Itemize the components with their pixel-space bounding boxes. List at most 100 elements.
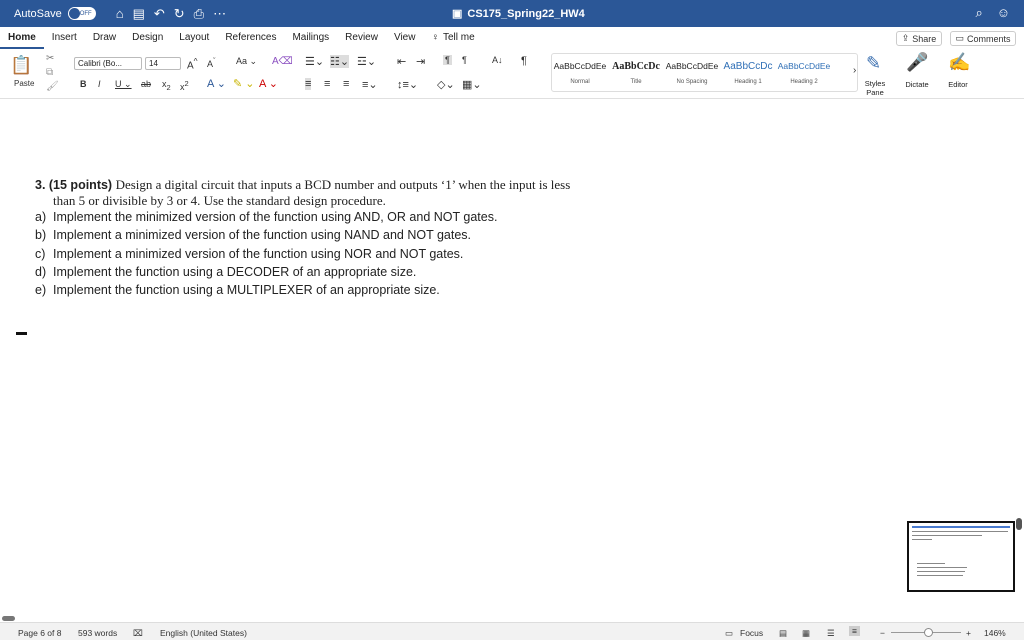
shading-icon[interactable]: ◇⌄ xyxy=(437,78,455,91)
clear-format-icon[interactable]: A⌫ xyxy=(272,56,293,67)
sort-icon[interactable]: A↓ xyxy=(492,55,503,65)
style-heading-2[interactable]: AaBbCcDdEe Heading 2 xyxy=(776,54,832,91)
thumbnail-line xyxy=(912,535,982,536)
tab-review[interactable]: Review xyxy=(337,27,386,49)
dictate-label[interactable]: Dictate xyxy=(900,80,934,89)
web-layout-icon[interactable]: ▦ xyxy=(802,628,810,639)
justify-icon[interactable]: ≡⌄ xyxy=(362,78,378,91)
proofing-icon[interactable]: ⌧ xyxy=(133,628,143,639)
print-icon[interactable]: ⎙ xyxy=(194,6,204,22)
italic-icon[interactable]: I xyxy=(98,79,101,89)
share-button[interactable]: ⇪ Share xyxy=(896,31,942,46)
tab-references[interactable]: References xyxy=(217,27,284,49)
save-icon[interactable]: ▤ xyxy=(133,6,145,22)
question-number: 3. (15 points) xyxy=(35,178,113,192)
paste-icon[interactable]: 📋 xyxy=(10,55,32,76)
zoom-out-icon[interactable]: − xyxy=(880,628,885,638)
format-painter-icon[interactable]: 🖌 xyxy=(46,81,59,92)
style-sample: AaBbCcDdEe xyxy=(777,61,831,71)
bold-icon[interactable]: B xyxy=(80,79,87,89)
thumbnail-line xyxy=(912,531,1008,532)
customize-icon[interactable]: ⋯ xyxy=(213,6,226,22)
font-name-select[interactable]: Calibri (Bo... xyxy=(74,57,142,70)
tab-draw[interactable]: Draw xyxy=(85,27,124,49)
text-cursor-mark xyxy=(16,332,27,335)
autosave-toggle[interactable]: OFF xyxy=(67,7,96,20)
grow-font-icon[interactable]: A^ xyxy=(187,56,198,71)
style-label: Heading 2 xyxy=(790,79,818,85)
word-count[interactable]: 593 words xyxy=(78,628,117,638)
zoom-slider-knob[interactable] xyxy=(924,628,933,637)
change-case-icon[interactable]: Aa ⌄ xyxy=(236,56,257,67)
style-no-spacing[interactable]: AaBbCcDdEe No Spacing xyxy=(664,54,720,91)
redo-icon[interactable]: ↻ xyxy=(174,6,185,22)
home-icon[interactable]: ⌂ xyxy=(116,6,124,22)
align-left-icon[interactable]: ≡ xyxy=(305,78,312,90)
show-marks-icon[interactable]: ¶ xyxy=(521,55,527,67)
bullets-icon[interactable]: ☰⌄ xyxy=(305,55,324,68)
tab-layout[interactable]: Layout xyxy=(171,27,217,49)
share-label: Share xyxy=(912,33,937,44)
item-letter: b) xyxy=(35,228,47,243)
borders-icon[interactable]: ▦⌄ xyxy=(462,78,482,91)
decrease-indent-icon[interactable]: ⇤ xyxy=(397,55,406,68)
align-center-icon[interactable]: ≡ xyxy=(324,78,330,90)
highlight-icon[interactable]: ✎ ⌄ xyxy=(233,77,255,90)
tab-design[interactable]: Design xyxy=(124,27,171,49)
item-letter: c) xyxy=(35,246,46,261)
list-item: a) Implement the minimized version of th… xyxy=(35,208,497,226)
style-title[interactable]: AaBbCcDc Title xyxy=(608,54,664,91)
language[interactable]: English (United States) xyxy=(160,628,247,638)
vertical-scrollbar[interactable] xyxy=(1016,518,1022,530)
style-sample: AaBbCcDc xyxy=(612,61,660,72)
autosave-label: AutoSave xyxy=(14,7,62,20)
account-icon[interactable]: ☺ xyxy=(997,5,1010,21)
style-normal[interactable]: AaBbCcDdEe Normal xyxy=(552,54,608,91)
styles-pane-label[interactable]: Styles Pane xyxy=(858,79,892,97)
editor-label[interactable]: Editor xyxy=(941,80,975,89)
tab-insert[interactable]: Insert xyxy=(44,27,85,49)
editor-icon[interactable]: ✍ xyxy=(948,52,970,73)
line-spacing-icon[interactable]: ↕≡⌄ xyxy=(397,78,418,91)
paste-label[interactable]: Paste xyxy=(14,79,34,88)
zoom-in-icon[interactable]: + xyxy=(966,628,971,638)
item-text: Implement a minimized version of the fun… xyxy=(53,228,472,243)
focus-label[interactable]: Focus xyxy=(740,628,763,638)
strikethrough-icon[interactable]: ab xyxy=(141,79,151,89)
align-right-icon[interactable]: ≡ xyxy=(343,78,349,90)
page-count[interactable]: Page 6 of 8 xyxy=(18,628,61,638)
outline-icon[interactable]: ☰ xyxy=(827,628,835,639)
draft-view-icon[interactable]: ≡ xyxy=(849,626,860,636)
print-layout-icon[interactable]: ▤ xyxy=(779,628,787,639)
style-label: Title xyxy=(630,79,642,85)
search-icon[interactable]: ⌕ xyxy=(975,5,982,21)
copy-icon[interactable]: ⧉ xyxy=(46,67,53,78)
underline-icon[interactable]: U ⌄ xyxy=(115,79,132,90)
font-size-select[interactable]: 14 xyxy=(145,57,181,70)
rtl-icon[interactable]: ¶ xyxy=(462,55,467,65)
horizontal-scrollbar[interactable] xyxy=(2,616,15,621)
focus-icon[interactable]: ▭ xyxy=(725,628,733,639)
styles-pane-icon[interactable]: ✎ xyxy=(866,53,881,74)
cut-icon[interactable]: ✂ xyxy=(46,53,54,64)
undo-icon[interactable]: ↶ xyxy=(154,6,165,22)
zoom-level[interactable]: 146% xyxy=(984,628,1006,638)
numbering-icon[interactable]: ☷⌄ xyxy=(330,55,350,68)
item-text: Implement the function using a DECODER o… xyxy=(53,264,417,279)
subscript-icon[interactable]: x2 xyxy=(162,79,171,92)
tab-mailings[interactable]: Mailings xyxy=(284,27,337,49)
style-heading-1[interactable]: AaBbCcDc Heading 1 xyxy=(720,54,776,91)
font-color-icon[interactable]: A ⌄ xyxy=(259,77,278,90)
page-thumbnail[interactable] xyxy=(907,521,1015,592)
microphone-icon[interactable]: 🎤 xyxy=(906,52,928,73)
shrink-font-icon[interactable]: Aˇ xyxy=(207,56,216,69)
ltr-icon[interactable]: ¶ xyxy=(443,55,452,65)
tab-view[interactable]: View xyxy=(386,27,424,49)
multilevel-icon[interactable]: ☲⌄ xyxy=(357,55,376,68)
superscript-icon[interactable]: x2 xyxy=(180,79,189,92)
tab-home[interactable]: Home xyxy=(0,27,44,49)
increase-indent-icon[interactable]: ⇥ xyxy=(416,55,425,68)
text-effects-icon[interactable]: A ⌄ xyxy=(207,77,226,90)
tell-me-search[interactable]: ♀ Tell me xyxy=(423,27,482,49)
comments-button[interactable]: ▭ Comments xyxy=(950,31,1016,46)
